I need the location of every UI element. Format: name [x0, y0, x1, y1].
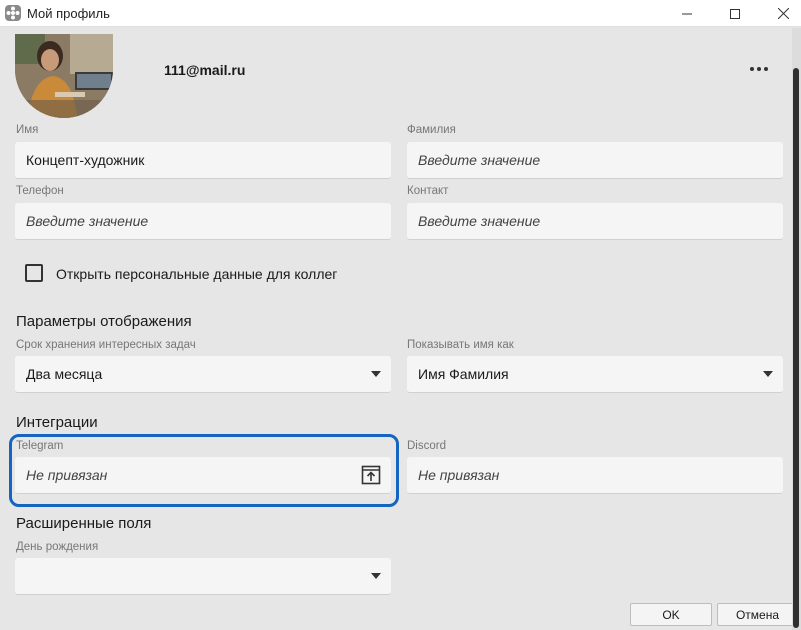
last-name-label: Фамилия [407, 124, 456, 136]
dropdown-arrow-icon [763, 371, 773, 377]
show-name-as-value: Имя Фамилия [418, 366, 509, 382]
minimize-button[interactable] [664, 0, 710, 27]
phone-placeholder: Введите значение [26, 213, 149, 229]
retention-select[interactable]: Два месяца [15, 356, 391, 393]
dropdown-arrow-icon [371, 371, 381, 377]
window-title: Мой профиль [27, 6, 110, 21]
maximize-button[interactable] [712, 0, 758, 27]
display-params-title: Параметры отображения [16, 313, 192, 330]
profile-email: 111@mail.ru [164, 62, 246, 78]
discord-label: Discord [407, 440, 446, 452]
maximize-icon [730, 8, 740, 19]
more-options-button[interactable] [745, 58, 773, 80]
avatar[interactable] [15, 34, 113, 118]
contact-label: Контакт [407, 185, 449, 197]
first-name-label: Имя [16, 124, 39, 136]
birthday-label: День рождения [16, 541, 99, 553]
show-name-as-select[interactable]: Имя Фамилия [407, 356, 783, 393]
telegram-focus-highlight [9, 434, 399, 507]
retention-value: Два месяца [26, 366, 103, 382]
dropdown-arrow-icon [371, 573, 381, 579]
open-personal-data-checkbox[interactable] [25, 264, 43, 282]
contact-field[interactable]: Введите значение [407, 203, 783, 240]
open-personal-data-label[interactable]: Открыть персональные данные для коллег [56, 266, 337, 282]
extended-fields-title: Расширенные поля [16, 515, 152, 532]
more-icon [750, 67, 768, 71]
first-name-value: Концепт-художник [26, 152, 145, 168]
scrollbar-thumb[interactable] [793, 68, 799, 628]
discord-field[interactable]: Не привязан [407, 457, 783, 494]
last-name-field[interactable]: Введите значение [407, 142, 783, 179]
first-name-field[interactable]: Концепт-художник [15, 142, 391, 179]
app-icon [5, 5, 21, 21]
minimize-icon [682, 13, 692, 14]
integrations-title: Интеграции [16, 414, 98, 431]
retention-label: Срок хранения интересных задач [16, 339, 196, 351]
title-bar: Мой профиль [0, 0, 801, 27]
last-name-placeholder: Введите значение [418, 152, 541, 168]
ok-button[interactable]: OK [630, 603, 712, 626]
phone-label: Телефон [16, 185, 64, 197]
contact-placeholder: Введите значение [418, 213, 541, 229]
birthday-select[interactable] [15, 558, 391, 595]
show-name-as-label: Показывать имя как [407, 339, 514, 351]
discord-value: Не привязан [418, 467, 500, 483]
close-button[interactable] [760, 0, 801, 27]
scrollbar[interactable] [792, 28, 801, 630]
close-icon [777, 8, 789, 19]
phone-field[interactable]: Введите значение [15, 203, 391, 240]
profile-form: 111@mail.ru Имя Концепт-художник Фамилия… [0, 28, 798, 630]
cancel-button[interactable]: Отмена [717, 603, 798, 626]
